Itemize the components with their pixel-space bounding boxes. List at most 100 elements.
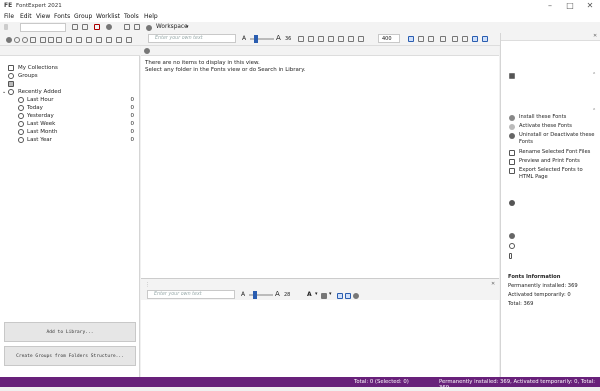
uninstall-fonts-link[interactable]: Uninstall or Deactivate these Fonts [519, 132, 595, 146]
tag-icon[interactable] [428, 36, 434, 42]
filter-icon[interactable] [452, 36, 458, 42]
minimize-button[interactable]: – [540, 0, 560, 12]
duplicate-icon[interactable] [56, 37, 62, 43]
collapse-chevron-icon[interactable]: ⌃ [592, 108, 596, 114]
history-icon[interactable] [358, 36, 364, 42]
workspace-dropdown-icon[interactable]: ▾ [186, 24, 189, 30]
print-icon[interactable] [106, 37, 112, 43]
font-size-value[interactable]: 36 [285, 36, 291, 42]
background-color-icon[interactable] [321, 293, 327, 299]
info-icon[interactable] [116, 37, 122, 43]
tree-item-label: Groups [18, 73, 38, 79]
maximize-button[interactable]: □ [560, 0, 580, 12]
create-groups-button[interactable]: Create Groups from Folders Structure... [4, 346, 136, 366]
export-html-link[interactable]: Export Selected Fonts to HTML Page [519, 167, 595, 181]
close-panel-icon[interactable]: ✕ [593, 33, 597, 39]
panel-right-icon[interactable] [482, 36, 488, 42]
menu-tools[interactable]: Tools [124, 13, 139, 20]
add-icon[interactable] [40, 37, 46, 43]
tree-item-yesterday[interactable]: Yesterday 0 [0, 112, 140, 120]
menu-view[interactable]: View [36, 13, 50, 20]
tree-item-count: 0 [130, 137, 135, 143]
pin-icon[interactable] [4, 24, 8, 30]
clear-text-icon[interactable] [348, 36, 354, 42]
sort-icon[interactable] [418, 36, 424, 42]
delete-icon[interactable] [86, 37, 92, 43]
font-size-value[interactable]: 28 [284, 292, 290, 298]
tree-item-my-collections[interactable]: My Collections [0, 64, 140, 72]
chart-icon[interactable] [440, 36, 446, 42]
record-icon[interactable] [14, 37, 20, 43]
italic-icon[interactable] [328, 36, 334, 42]
copy-text-icon[interactable] [338, 36, 344, 42]
grid-icon[interactable] [124, 24, 130, 30]
panel-left-icon[interactable] [472, 36, 478, 42]
close-view-icon[interactable] [144, 48, 150, 54]
menu-file[interactable]: File [4, 13, 14, 20]
tree-item-today[interactable]: Today 0 [0, 104, 140, 112]
add-to-library-button[interactable]: Add to Library... [4, 322, 136, 342]
queue-icon[interactable] [30, 37, 36, 43]
tree-item-last-week[interactable]: Last Week 0 [0, 120, 140, 128]
preview-text-input[interactable]: Enter your own text [148, 34, 236, 43]
expand-chevron-icon[interactable]: ⌄ [2, 88, 6, 96]
tree-item-label: My Collections [18, 65, 58, 71]
folder-icon[interactable] [94, 24, 100, 30]
settings-icon[interactable] [126, 37, 132, 43]
wrench-icon[interactable] [4, 48, 10, 54]
size-slider-handle[interactable] [254, 35, 258, 43]
drag-handle-icon[interactable]: ⋮ [145, 282, 150, 288]
text-color-dropdown-icon[interactable]: ▾ [315, 291, 318, 297]
bold-icon[interactable] [318, 36, 324, 42]
path-field[interactable] [20, 23, 66, 32]
tree-item-groups[interactable]: Groups [0, 72, 140, 80]
copy-icon[interactable] [66, 37, 72, 43]
rename-icon[interactable] [96, 37, 102, 43]
menu-worklist[interactable]: Worklist [96, 13, 120, 20]
plus-circle-icon[interactable] [509, 200, 515, 206]
back-icon[interactable] [72, 24, 78, 30]
tree-item-library[interactable] [0, 80, 140, 88]
fonts-info-title: Fonts Information [508, 274, 561, 280]
rename-files-link[interactable]: Rename Selected Font Files [519, 149, 590, 156]
activate-fonts-link[interactable]: Activate these Fonts [519, 123, 572, 130]
waterfall-icon[interactable] [337, 293, 343, 299]
preview-text-input-bottom[interactable]: Enter your own text [147, 290, 235, 299]
refresh-icon[interactable] [106, 24, 112, 30]
remove-icon[interactable] [48, 37, 54, 43]
menu-edit[interactable]: Edit [20, 13, 32, 20]
collapse-chevron-icon[interactable]: ⌃ [592, 72, 596, 78]
search-icon[interactable] [462, 36, 468, 42]
menu-fonts[interactable]: Fonts [54, 13, 70, 20]
menu-help[interactable]: Help [144, 13, 158, 20]
install-fonts-link[interactable]: Install these Fonts [519, 114, 566, 121]
play-icon[interactable] [22, 37, 28, 43]
tree-item-last-hour[interactable]: Last Hour 0 [0, 96, 140, 104]
tree-item-count: 0 [130, 105, 135, 111]
settings-icon[interactable] [353, 293, 359, 299]
preview-print-link[interactable]: Preview and Print Fonts [519, 158, 580, 165]
plug-icon [509, 253, 512, 259]
list-icon[interactable] [134, 24, 140, 30]
paragraph-icon[interactable] [345, 293, 351, 299]
close-button[interactable]: ✕ [580, 0, 600, 12]
text-color-icon[interactable]: A [307, 291, 312, 298]
zoom-field[interactable]: 400 [378, 34, 400, 43]
forward-icon[interactable] [82, 24, 88, 30]
size-slider-handle[interactable] [253, 291, 257, 299]
preview-area[interactable] [141, 300, 499, 377]
tree-item-last-month[interactable]: Last Month 0 [0, 128, 140, 136]
tree-item-label: Today [27, 105, 43, 111]
text-color-icon[interactable] [298, 36, 304, 42]
tree-item-last-year[interactable]: Last Year 0 [0, 136, 140, 144]
sidebar: My Collections Groups ⌄ Recently Added L… [0, 46, 140, 377]
background-color-icon[interactable] [308, 36, 314, 42]
workspace-label[interactable]: Workspace [156, 24, 188, 30]
paste-icon[interactable] [76, 37, 82, 43]
stop-icon[interactable] [6, 37, 12, 43]
view-mode-icon[interactable] [408, 36, 414, 42]
close-panel-icon[interactable]: ✕ [491, 281, 495, 287]
tree-item-recently-added[interactable]: ⌄ Recently Added [0, 88, 140, 96]
background-dropdown-icon[interactable]: ▾ [329, 291, 332, 297]
menu-group[interactable]: Group [74, 13, 92, 20]
